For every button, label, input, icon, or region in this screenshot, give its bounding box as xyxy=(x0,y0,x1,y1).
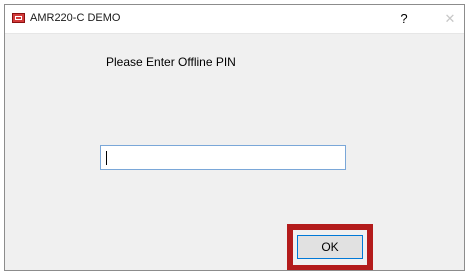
offline-pin-dialog: AMR220-C DEMO ? ✕ Please Enter Offline P… xyxy=(4,4,465,271)
window-title: AMR220-C DEMO xyxy=(30,12,121,24)
help-button[interactable]: ? xyxy=(393,7,415,31)
pin-input[interactable] xyxy=(100,145,346,170)
text-caret xyxy=(106,151,107,165)
app-logo-icon xyxy=(12,13,25,23)
close-button[interactable]: ✕ xyxy=(439,7,461,31)
title-bar[interactable]: AMR220-C DEMO ? ✕ xyxy=(5,5,464,34)
ok-button[interactable]: OK xyxy=(297,235,363,259)
pin-prompt-label: Please Enter Offline PIN xyxy=(106,55,236,69)
